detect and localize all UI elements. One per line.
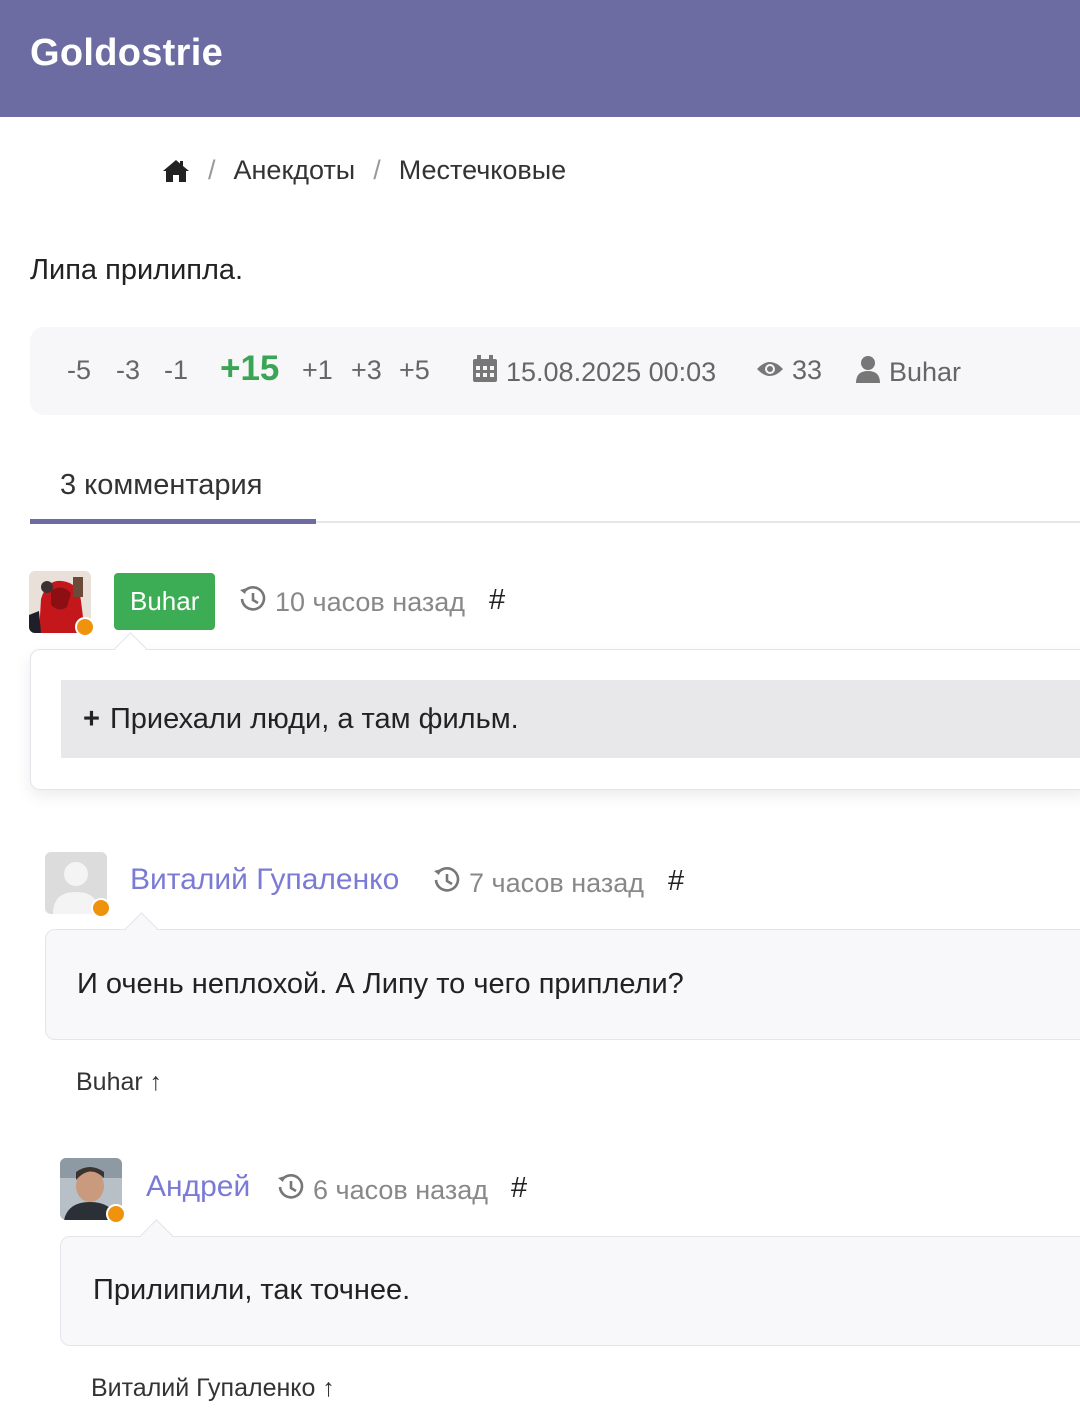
history-icon bbox=[239, 585, 275, 620]
vote-minus-3-button[interactable]: -3 bbox=[116, 355, 140, 386]
publish-date: 15.08.2025 00:03 bbox=[472, 355, 716, 390]
comment-time: 10 часов назад bbox=[239, 585, 465, 620]
eye-icon bbox=[756, 355, 792, 386]
comment-time: 6 часов назад bbox=[277, 1173, 488, 1208]
comment-time-value: 10 часов назад bbox=[275, 587, 466, 617]
avatar[interactable] bbox=[60, 1158, 126, 1224]
comment-bubble: + Приехали люди, а там фильм. bbox=[30, 632, 1080, 790]
tab-comments[interactable]: 3 комментария bbox=[30, 460, 316, 524]
online-status-dot bbox=[75, 617, 95, 637]
vote-plus-3-button[interactable]: +3 bbox=[351, 355, 382, 386]
comment-quote: + Приехали люди, а там фильм. bbox=[61, 680, 1080, 758]
user-icon bbox=[855, 355, 889, 390]
tab-active-underline bbox=[30, 519, 316, 524]
bubble-caret bbox=[125, 912, 158, 945]
comment-time-value: 6 часов назад bbox=[313, 1175, 489, 1205]
comment-author-badge[interactable]: Buhar bbox=[114, 573, 216, 630]
avatar[interactable] bbox=[45, 852, 111, 918]
avatar[interactable] bbox=[29, 571, 95, 637]
bubble-caret bbox=[140, 1219, 173, 1252]
comment-bubble: И очень неплохой. А Липу то чего приплел… bbox=[45, 912, 1080, 1040]
joke-text: Липа прилипла. bbox=[30, 254, 244, 286]
rating-score: +15 bbox=[220, 349, 280, 388]
history-icon bbox=[277, 1173, 313, 1208]
home-icon[interactable] bbox=[162, 158, 190, 184]
comment-permalink[interactable]: # bbox=[511, 1172, 527, 1205]
plus-icon: + bbox=[83, 702, 100, 735]
site-logo[interactable]: Goldostrie bbox=[30, 32, 223, 75]
comment-text: Приехали люди, а там фильм. bbox=[109, 702, 519, 735]
calendar-icon bbox=[472, 355, 506, 390]
vote-plus-1-button[interactable]: +1 bbox=[302, 355, 333, 386]
vote-minus-1-button[interactable]: -1 bbox=[164, 355, 188, 386]
comment-permalink[interactable]: # bbox=[668, 865, 684, 898]
joke-author[interactable]: Buhar bbox=[855, 355, 961, 390]
breadcrumb-separator: / bbox=[373, 155, 381, 185]
comment-text: Прилипили, так точнее. bbox=[93, 1274, 411, 1306]
comment-time: 7 часов назад bbox=[433, 866, 644, 901]
vote-minus-5-button[interactable]: -5 bbox=[67, 355, 91, 386]
comment-text: И очень неплохой. А Липу то чего приплел… bbox=[77, 968, 684, 1000]
joke-author-name: Buhar bbox=[889, 357, 962, 387]
top-header: Goldostrie bbox=[0, 0, 1080, 117]
publish-date-value: 15.08.2025 00:03 bbox=[506, 357, 717, 387]
online-status-dot bbox=[106, 1204, 126, 1224]
breadcrumb-item-category[interactable]: Местечковые bbox=[399, 155, 566, 186]
reply-to-link[interactable]: Buhar ↑ bbox=[76, 1068, 162, 1097]
comment-time-value: 7 часов назад bbox=[469, 868, 645, 898]
breadcrumb-item-anecdotes[interactable]: Анекдоты bbox=[234, 155, 356, 186]
views-value: 33 bbox=[792, 355, 823, 385]
bubble-caret bbox=[114, 632, 147, 665]
breadcrumb-separator: / bbox=[208, 155, 216, 185]
comment-author-link[interactable]: Виталий Гупаленко bbox=[130, 863, 399, 897]
history-icon bbox=[433, 866, 469, 901]
comment-author-link[interactable]: Андрей bbox=[146, 1170, 250, 1204]
vote-plus-5-button[interactable]: +5 bbox=[399, 355, 430, 386]
views-count: 33 bbox=[756, 355, 822, 386]
comment-permalink[interactable]: # bbox=[489, 584, 505, 617]
reply-to-link[interactable]: Виталий Гупаленко ↑ bbox=[91, 1374, 335, 1403]
online-status-dot bbox=[91, 898, 111, 918]
breadcrumb: / Анекдоты / Местечковые bbox=[162, 155, 566, 186]
tab-comments-label: 3 комментария bbox=[60, 469, 263, 501]
comment-bubble: Прилипили, так точнее. bbox=[60, 1219, 1080, 1346]
